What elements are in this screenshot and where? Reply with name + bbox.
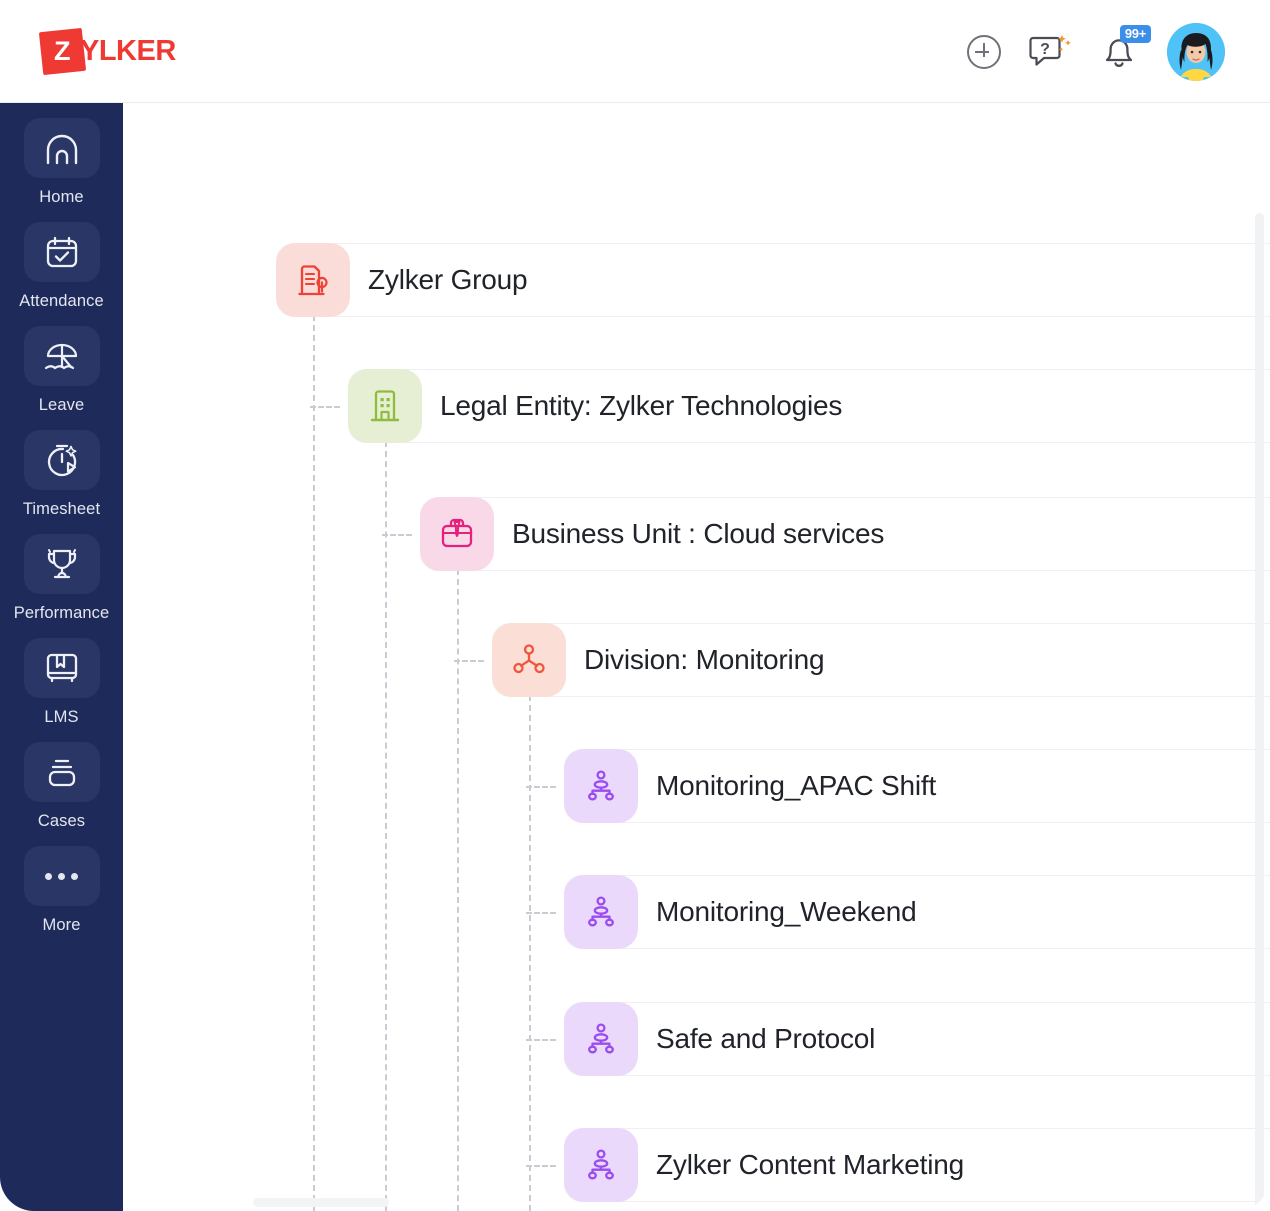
calendar-check-icon [23, 222, 100, 282]
tree-connector [526, 912, 556, 914]
vertical-scrollbar[interactable] [1255, 213, 1264, 1211]
tree-connector [526, 1165, 556, 1167]
sidebar-item-lms[interactable]: LMS [0, 623, 123, 727]
node-label: Division: Monitoring [584, 644, 825, 675]
add-button[interactable] [967, 34, 1001, 69]
department-orgchart-icon [564, 749, 638, 823]
sidebar-item-timesheet[interactable]: Timesheet [0, 415, 123, 519]
tree-connector [382, 534, 412, 536]
business-unit-briefcase-icon [420, 497, 494, 571]
department-orgchart-icon [564, 1002, 638, 1076]
book-bookmark-icon [23, 638, 100, 698]
sidebar-item-cases[interactable]: Cases [0, 727, 123, 831]
org-building-icon [276, 243, 350, 317]
node-label: Safe and Protocol [656, 1023, 876, 1054]
left-sidebar: Home Attendance Leave Timesheet Performa… [0, 103, 123, 1211]
tree-connector [454, 660, 484, 662]
logo-wordmark: YLKER [80, 34, 176, 67]
home-icon [23, 118, 100, 178]
stopwatch-play-icon [23, 430, 100, 490]
org-chart-canvas[interactable]: Zylker Group Legal Entity: Zylker Techno… [123, 103, 1270, 1211]
node-label: Monitoring_APAC Shift [656, 770, 937, 801]
department-orgchart-icon [564, 875, 638, 949]
sidebar-item-label: Timesheet [22, 500, 101, 518]
profile-avatar[interactable] [1167, 22, 1225, 81]
sidebar-item-label: Cases [37, 812, 86, 830]
tree-connector [310, 406, 340, 408]
sidebar-item-label: LMS [44, 708, 79, 726]
sidebar-item-more[interactable]: More [0, 831, 123, 935]
notifications-button[interactable]: 99+ [1099, 24, 1151, 73]
sidebar-item-home[interactable]: Home [0, 103, 123, 207]
beach-umbrella-icon [23, 326, 100, 386]
sidebar-item-label: Home [39, 188, 84, 206]
sidebar-item-label: Performance [13, 604, 110, 622]
help-button[interactable]: ? [1029, 32, 1071, 72]
briefcase-case-icon [23, 742, 100, 802]
logo-letter: Z [54, 35, 71, 66]
tree-guide-line-depth3 [529, 695, 531, 1211]
tree-connector [526, 786, 556, 788]
logo-mark-icon: Z [38, 27, 87, 75]
tree-connector [526, 1039, 556, 1041]
division-network-icon [492, 623, 566, 697]
svg-text:?: ? [1040, 41, 1050, 58]
tree-guide-line-depth1 [385, 441, 387, 1211]
sidebar-item-label: More [42, 916, 81, 934]
top-header: Z YLKER ? 99+ [0, 0, 1270, 103]
tree-guide-line-depth2 [457, 569, 459, 1211]
plus-circle-icon [967, 34, 1001, 69]
sidebar-item-attendance[interactable]: Attendance [0, 207, 123, 311]
node-label: Business Unit : Cloud services [512, 518, 885, 549]
sidebar-item-leave[interactable]: Leave [0, 311, 123, 415]
sidebar-item-label: Leave [38, 396, 85, 414]
tree-guide-line-depth0 [313, 315, 315, 1211]
org-tree: Zylker Group Legal Entity: Zylker Techno… [123, 103, 1270, 1211]
sidebar-item-label: Attendance [19, 292, 104, 310]
horizontal-scrollbar[interactable] [253, 1198, 389, 1207]
header-actions: ? 99+ [967, 0, 1225, 103]
zylker-logo[interactable]: Z YLKER [38, 27, 176, 75]
legal-entity-building-icon [348, 369, 422, 443]
trophy-icon [23, 534, 100, 594]
ellipsis-icon [23, 846, 100, 906]
node-label: Legal Entity: Zylker Technologies [440, 390, 843, 421]
app-window: Z YLKER ? 99+ Home Attendance Leave Time… [0, 0, 1270, 1211]
node-label: Monitoring_Weekend [656, 896, 917, 927]
sidebar-item-performance[interactable]: Performance [0, 519, 123, 623]
help-chat-sparkle-icon: ? [1029, 34, 1071, 66]
node-label: Zylker Content Marketing [656, 1149, 964, 1180]
node-label: Zylker Group [368, 264, 528, 295]
department-orgchart-icon [564, 1128, 638, 1202]
notification-badge: 99+ [1119, 24, 1151, 43]
avatar-icon [1167, 22, 1225, 81]
